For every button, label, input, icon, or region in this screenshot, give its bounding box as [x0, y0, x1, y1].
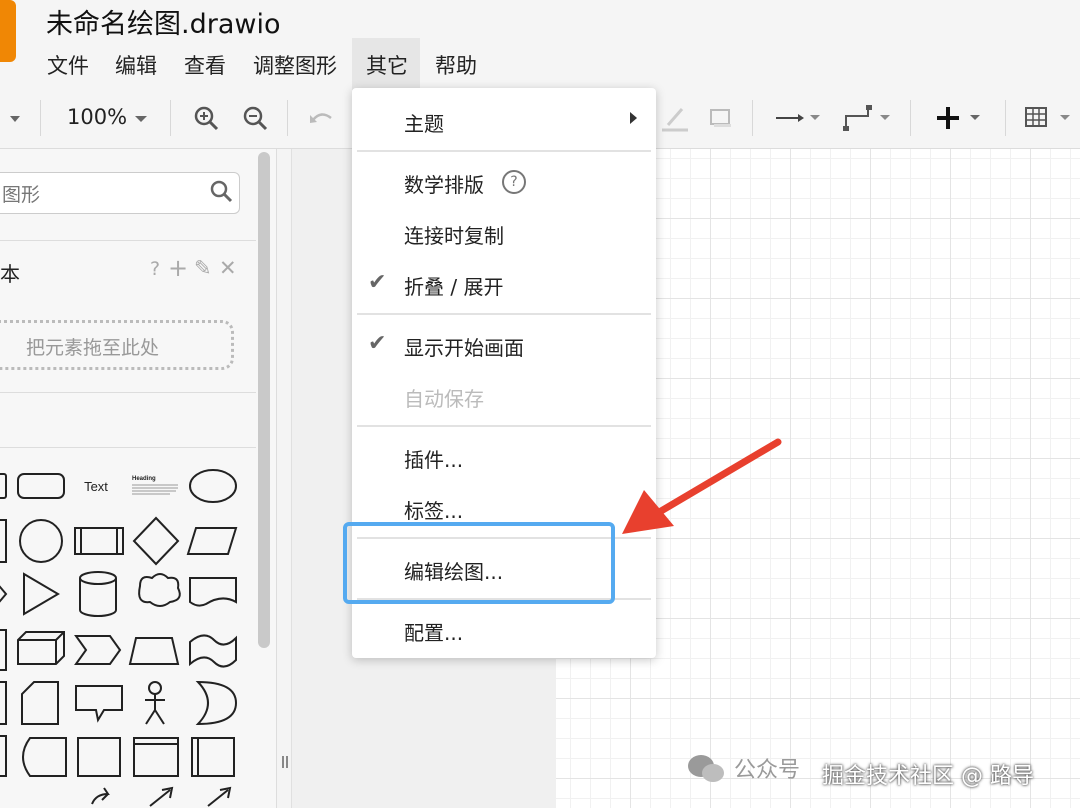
menu-item-autosave: 自动保存 — [404, 387, 484, 411]
shape-partial — [0, 681, 7, 725]
splitter-grip — [286, 756, 288, 768]
menu-item-collapse-expand[interactable]: 折叠 / 展开 — [404, 271, 503, 300]
toolbar-divider — [170, 100, 171, 136]
shape-step — [74, 635, 122, 665]
line-color-icon[interactable] — [660, 103, 690, 137]
shape-partial — [0, 519, 7, 563]
shape-search-text: 图形 — [2, 184, 41, 206]
shadow-icon[interactable] — [708, 106, 734, 134]
scratchpad-close-icon[interactable]: ✕ — [219, 256, 237, 280]
menu-separator — [357, 425, 651, 427]
sidebar-divider — [0, 240, 256, 241]
shape-heading: Heading — [132, 476, 156, 482]
shape-or — [195, 680, 238, 726]
menu-item-theme[interactable]: 主题 — [404, 108, 444, 137]
shape-rect-partial — [0, 473, 7, 499]
sidebar-divider — [0, 392, 256, 393]
wechat-icon — [686, 752, 728, 790]
toolbar-divider — [287, 100, 288, 136]
shape-diamond — [132, 516, 180, 566]
toolbar-divider — [40, 100, 41, 136]
menu-view[interactable]: 查看 — [184, 50, 226, 80]
shape-partial — [0, 735, 7, 777]
scratchpad-add-icon[interactable]: + — [168, 254, 188, 282]
help-icon[interactable]: ? — [502, 170, 526, 194]
menu-arrange[interactable]: 调整图形 — [253, 50, 337, 80]
splitter-grip — [282, 756, 284, 768]
shape-document — [189, 577, 237, 607]
shape-ellipse — [189, 469, 237, 503]
scratchpad-help-icon[interactable]: ? — [150, 258, 160, 280]
menu-separator — [357, 313, 651, 315]
menu-item-copy-on-connect[interactable]: 连接时复制 — [404, 220, 504, 249]
shape-palette: Text Heading — [0, 469, 238, 807]
sidebar-divider — [0, 447, 256, 448]
shape-actor — [148, 681, 162, 695]
menu-item-plugins[interactable]: 插件... — [404, 444, 463, 473]
watermark-account: 公众号 — [734, 758, 801, 783]
menu-item-configuration[interactable]: 配置... — [404, 617, 463, 646]
watermark-source: 掘金技术社区 @ 路导 — [822, 764, 1034, 789]
shape-internal — [77, 737, 121, 777]
shape-callout — [75, 685, 123, 723]
menu-extras[interactable]: 其它 — [366, 50, 408, 80]
shape-partial-triangle — [0, 585, 8, 603]
menu-item-show-start-screen[interactable]: 显示开始画面 — [404, 332, 524, 361]
waypoints-icon[interactable] — [842, 104, 896, 136]
highlight-box — [343, 522, 615, 604]
menu-item-tags[interactable]: 标签... — [404, 495, 463, 524]
format-panel-dropdown[interactable] — [0, 106, 24, 130]
shape-card — [21, 681, 59, 725]
drawio-app-icon — [0, 0, 16, 62]
checkmark-icon: ✔ — [368, 331, 387, 356]
shape-triangle — [23, 572, 60, 616]
dropzone-label: 把元素拖至此处 — [26, 337, 160, 359]
zoom-out-icon[interactable] — [241, 104, 269, 136]
shape-trapezoid — [128, 637, 180, 665]
zoom-in-icon[interactable] — [192, 104, 220, 136]
annotation-arrow — [622, 438, 782, 534]
table-icon[interactable] — [1024, 104, 1080, 136]
scratchpad-edit-icon[interactable]: ✎ — [194, 256, 212, 280]
menu-edit[interactable]: 编辑 — [115, 50, 157, 80]
shape-circle — [19, 519, 63, 563]
shape-cube — [17, 631, 65, 665]
checkmark-icon: ✔ — [368, 270, 387, 295]
shape-data-storage — [22, 737, 67, 777]
search-icon[interactable] — [210, 180, 234, 208]
undo-icon[interactable] — [307, 106, 335, 134]
zoom-level[interactable]: 100% — [67, 105, 127, 129]
toolbar-divider — [910, 100, 911, 136]
menu-file[interactable]: 文件 — [47, 50, 89, 80]
menu-item-math-typesetting[interactable]: 数学排版 — [404, 169, 484, 198]
shape-parallelogram — [186, 527, 238, 555]
menu-help[interactable]: 帮助 — [435, 50, 477, 80]
shape-text: Text — [84, 479, 108, 494]
toolbar-divider — [1005, 100, 1006, 136]
toolbar-divider — [752, 100, 753, 136]
scratchpad-title[interactable]: 本 — [0, 258, 20, 287]
insert-plus-icon[interactable] — [934, 104, 988, 136]
document-title[interactable]: 未命名绘图.drawio — [46, 2, 280, 41]
shape-cloud — [138, 573, 181, 607]
shape-process — [74, 527, 124, 555]
connection-arrow-icon[interactable] — [774, 106, 826, 134]
shape-rounded-rect — [17, 473, 65, 499]
shape-partial — [0, 629, 7, 671]
shape-tape — [189, 634, 237, 668]
submenu-arrow-icon — [630, 112, 637, 124]
zoom-dropdown-icon[interactable] — [132, 106, 152, 130]
sidebar-scrollbar[interactable] — [258, 152, 270, 648]
sidebar-splitter[interactable] — [277, 149, 292, 808]
menu-separator — [357, 150, 651, 152]
